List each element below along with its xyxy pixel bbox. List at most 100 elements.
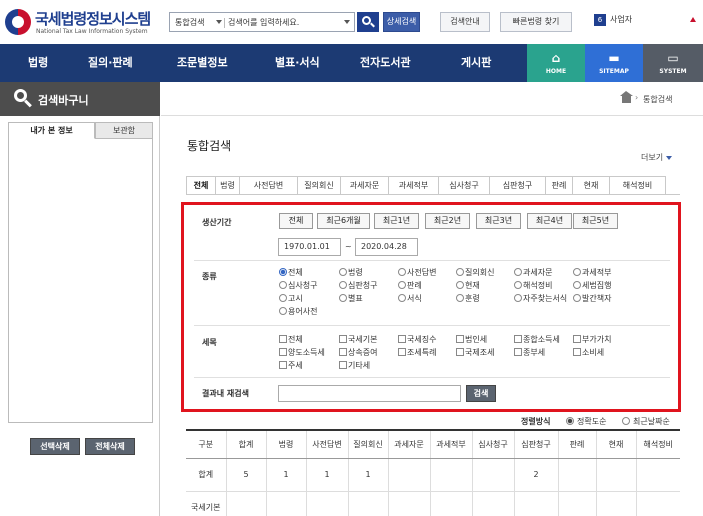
sitemap-button[interactable]: ▬ SITEMAP <box>585 44 643 82</box>
detail-search-button[interactable]: 상세검색 <box>383 12 420 32</box>
tax-option[interactable]: 부가가치 <box>573 334 611 345</box>
type-option[interactable]: 고시 <box>279 293 303 304</box>
home-button[interactable]: ⌂ HOME <box>527 44 585 82</box>
sitemap-icon: ▬ <box>608 51 620 65</box>
tax-option[interactable]: 종합소득세 <box>514 334 560 345</box>
type-label: 종류 <box>202 272 217 281</box>
autocomplete-caret-icon[interactable] <box>344 20 350 24</box>
type-option[interactable]: 서식 <box>398 293 422 304</box>
type-option[interactable]: 발간책자 <box>573 293 611 304</box>
sort-accuracy-option[interactable]: 정확도순 <box>566 416 606 427</box>
period-5y-button[interactable]: 최근5년 <box>573 213 618 229</box>
count-cell[interactable]: 2 <box>513 458 558 492</box>
tab-all[interactable]: 전체 <box>186 176 216 195</box>
type-option[interactable]: 질의회신 <box>456 267 494 278</box>
count-cell[interactable]: 1 <box>305 458 348 492</box>
scroll-top-arrow-icon[interactable] <box>690 17 696 22</box>
home-icon[interactable] <box>620 91 633 103</box>
type-option[interactable]: 과세적부 <box>573 267 611 278</box>
tax-option-label: 소비세 <box>582 348 605 357</box>
refine-search-button[interactable]: 검색 <box>466 385 496 402</box>
nav-table-form[interactable]: 별표·서식 <box>275 44 320 82</box>
tab-interpretation[interactable]: 해석정비 <box>610 176 666 195</box>
tab-viewed-info[interactable]: 내가 본 정보 <box>8 122 95 139</box>
period-3y-button[interactable]: 최근3년 <box>476 213 521 229</box>
type-option[interactable]: 세법집행 <box>573 280 611 291</box>
tax-option[interactable]: 국세징수 <box>398 334 436 345</box>
count-cell <box>429 458 472 492</box>
refine-search-input[interactable] <box>278 385 461 402</box>
type-option[interactable]: 별표 <box>339 293 363 304</box>
tab-examination[interactable]: 심사청구 <box>439 176 490 195</box>
tax-option[interactable]: 종부세 <box>514 347 545 358</box>
search-input[interactable] <box>228 15 340 29</box>
quick-law-find-button[interactable]: 빠른법령 찾기 <box>500 12 572 32</box>
sort-recent-option[interactable]: 최근날짜순 <box>622 416 670 427</box>
type-option[interactable]: 훈령 <box>456 293 480 304</box>
period-4y-button[interactable]: 최근4년 <box>527 213 572 229</box>
scope-caret-icon[interactable] <box>216 20 222 24</box>
count-cell[interactable]: 5 <box>225 458 266 492</box>
tab-precedent[interactable]: 판례 <box>546 176 573 195</box>
result-count-table: 구분 합계 법령 사전답변 질의회신 과세자문 과세적부 심사청구 심판청구 판… <box>186 429 680 516</box>
type-option[interactable]: 사전답변 <box>398 267 436 278</box>
tax-option[interactable]: 기타세 <box>339 360 370 371</box>
checkbox-icon <box>339 335 347 343</box>
nav-board[interactable]: 게시판 <box>461 44 491 82</box>
search-icon-handle <box>370 22 375 28</box>
type-option[interactable]: 법령 <box>339 267 363 278</box>
type-option-label: 판례 <box>407 281 422 290</box>
tab-prior-answer[interactable]: 사전답변 <box>240 176 298 195</box>
type-option[interactable]: 자주찾는서식 <box>514 293 567 304</box>
type-option[interactable]: 용어사전 <box>279 306 317 317</box>
nav-e-library[interactable]: 전자도서관 <box>360 44 411 82</box>
nav-law[interactable]: 법령 <box>28 44 48 82</box>
radio-icon <box>279 294 287 302</box>
search-guide-button[interactable]: 검색안내 <box>440 12 490 32</box>
type-option[interactable]: 전체 <box>279 267 303 278</box>
type-option[interactable]: 심판청구 <box>339 280 377 291</box>
type-option[interactable]: 현재 <box>456 280 480 291</box>
search-button[interactable] <box>357 12 379 32</box>
tab-inquiry-reply[interactable]: 질의회신 <box>298 176 341 195</box>
date-from-input[interactable]: 1970.01.01 <box>278 238 341 256</box>
tab-law[interactable]: 법령 <box>216 176 240 195</box>
tax-option[interactable]: 국제조세 <box>456 347 494 358</box>
radio-icon <box>339 281 347 289</box>
tax-option[interactable]: 주세 <box>279 360 303 371</box>
tab-saved[interactable]: 보관함 <box>95 122 153 139</box>
period-2y-button[interactable]: 최근2년 <box>425 213 470 229</box>
count-cell <box>595 458 636 492</box>
period-6m-button[interactable]: 최근6개월 <box>317 213 370 229</box>
type-option-label: 심사청구 <box>288 281 318 290</box>
tax-option[interactable]: 양도소득세 <box>279 347 325 358</box>
count-cell[interactable]: 1 <box>265 458 306 492</box>
tax-option[interactable]: 법인세 <box>456 334 487 345</box>
tax-option[interactable]: 상속증여 <box>339 347 377 358</box>
type-option[interactable]: 과세자문 <box>514 267 552 278</box>
tab-constitutional[interactable]: 현재 <box>573 176 610 195</box>
tax-option[interactable]: 국세기본 <box>339 334 377 345</box>
tab-tribunal[interactable]: 심판청구 <box>490 176 546 195</box>
period-all-button[interactable]: 전체 <box>279 213 313 229</box>
period-1y-button[interactable]: 최근1년 <box>374 213 419 229</box>
tab-tax-review[interactable]: 과세적부 <box>389 176 439 195</box>
type-option[interactable]: 판례 <box>398 280 422 291</box>
type-option[interactable]: 해석정비 <box>514 280 552 291</box>
site-logo[interactable]: 국세법령정보시스템 National Tax Law Information S… <box>5 6 155 38</box>
nav-article-info[interactable]: 조문별정보 <box>177 44 228 82</box>
more-button[interactable]: 더보기 <box>641 152 673 163</box>
type-option[interactable]: 심사청구 <box>279 280 317 291</box>
delete-all-button[interactable]: 전체삭제 <box>85 438 135 455</box>
business-link[interactable]: 6 사업자 <box>594 14 632 26</box>
tax-option[interactable]: 조세특례 <box>398 347 436 358</box>
nav-inquiry-precedent[interactable]: 질의·판례 <box>88 44 133 82</box>
system-button[interactable]: ▭ SYSTEM <box>643 44 703 82</box>
date-to-input[interactable]: 2020.04.28 <box>355 238 418 256</box>
tab-tax-advice[interactable]: 과세자문 <box>341 176 389 195</box>
tax-option[interactable]: 소비세 <box>573 347 604 358</box>
search-scope-select[interactable]: 통합검색 <box>175 17 204 28</box>
tax-option[interactable]: 전체 <box>279 334 303 345</box>
count-cell[interactable]: 1 <box>347 458 388 492</box>
delete-selected-button[interactable]: 선택삭제 <box>30 438 80 455</box>
